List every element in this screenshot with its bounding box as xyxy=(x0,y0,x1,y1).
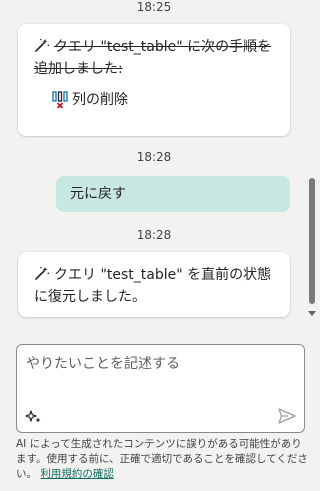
scroll-down-arrow-icon[interactable] xyxy=(308,311,316,316)
scrollbar-thumb[interactable] xyxy=(309,178,315,304)
timestamp: 18:28 xyxy=(136,228,172,242)
sparkle-icon[interactable] xyxy=(25,408,43,426)
prompt-composer xyxy=(16,344,305,433)
send-icon[interactable] xyxy=(277,407,297,425)
terms-link[interactable]: 利用規約の確認 xyxy=(40,468,114,480)
user-message: 元に戻す xyxy=(56,176,290,212)
chat-pane: 18:25 クエリ "test_table" に次の手順を追加しました: 列の削… xyxy=(0,0,308,326)
remove-column-icon xyxy=(52,91,68,109)
assistant-message-body: クエリ "test_table" に次の手順を追加しました: xyxy=(34,39,272,77)
timestamp: 18:25 xyxy=(136,0,172,14)
applied-step-label: 列の削除 xyxy=(72,92,128,108)
assistant-message-card: クエリ "test_table" に次の手順を追加しました: 列の削除 xyxy=(18,24,290,136)
assistant-message-body: クエリ "test_table" を直前の状態に復元しました。 xyxy=(34,267,272,305)
magic-wand-icon xyxy=(35,38,50,52)
prompt-input[interactable] xyxy=(26,353,288,393)
assistant-message-text: クエリ "test_table" を直前の状態に復元しました。 xyxy=(34,264,280,308)
assistant-message-card: クエリ "test_table" を直前の状態に復元しました。 xyxy=(18,252,290,317)
ai-disclaimer: AI によって生成されたコンテンツに誤りがある可能性があります。使用する前に、正… xyxy=(16,437,308,482)
applied-step: 列の削除 xyxy=(52,90,128,110)
timestamp: 18:28 xyxy=(136,150,172,164)
chat-scrollbar[interactable] xyxy=(308,0,316,326)
magic-wand-icon xyxy=(35,266,50,280)
assistant-message-text: クエリ "test_table" に次の手順を追加しました: xyxy=(34,36,280,80)
